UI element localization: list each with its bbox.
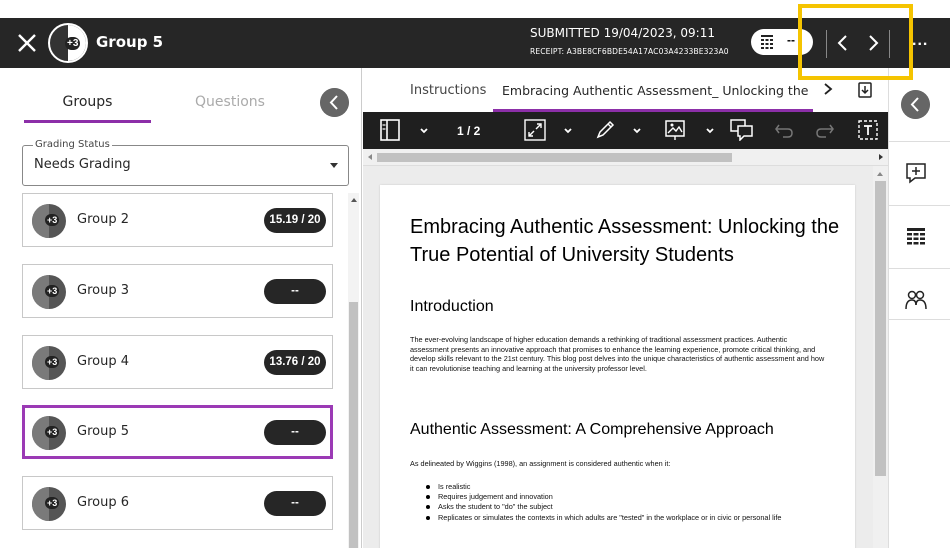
group-grade-badge: 15.19 / 20 bbox=[264, 208, 326, 233]
avatar-badge: +3 bbox=[45, 285, 60, 297]
groups-panel: Groups Questions Grading Status Needs Gr… bbox=[0, 68, 362, 548]
group-members-icon[interactable] bbox=[905, 289, 927, 311]
document-viewer: Embracing Authentic Assessment: Unlockin… bbox=[363, 166, 873, 548]
avatar-badge: +3 bbox=[45, 497, 60, 509]
app-frame: +3 Group 5 SUBMITTED 19/04/2023, 09:11 R… bbox=[0, 0, 950, 548]
grading-status-select[interactable]: Grading Status Needs Grading bbox=[22, 139, 349, 186]
grade-value: -- bbox=[787, 33, 795, 47]
group-avatar: +3 bbox=[48, 23, 88, 63]
group-avatar: +3 bbox=[32, 275, 66, 309]
tab-groups[interactable]: Groups bbox=[24, 94, 151, 110]
list-item: Is realistic bbox=[426, 482, 826, 492]
redo-icon[interactable] bbox=[814, 119, 836, 141]
text-box-icon[interactable] bbox=[857, 119, 879, 141]
active-tab-underline bbox=[24, 120, 151, 123]
group-grade-badge: -- bbox=[264, 279, 326, 304]
avatar-badge: +3 bbox=[45, 356, 60, 368]
criteria-list: Is realistic Requires judgement and inno… bbox=[426, 482, 826, 523]
tab-submission-file[interactable]: Embracing Authentic Assessment_ Unlockin… bbox=[502, 83, 812, 98]
group-grade-badge: 13.76 / 20 bbox=[264, 350, 326, 375]
group-avatar: +3 bbox=[32, 487, 66, 521]
more-options-icon[interactable]: ... bbox=[912, 32, 928, 50]
list-item: Replicates or simulates the contexts in … bbox=[426, 513, 826, 523]
divider bbox=[889, 268, 950, 269]
grading-status-value: Needs Grading bbox=[34, 157, 131, 172]
scrollbar-thumb[interactable] bbox=[349, 302, 358, 548]
sidebar-toggle-icon[interactable] bbox=[380, 119, 400, 141]
vertical-scrollbar[interactable] bbox=[873, 166, 888, 548]
group-title: Group 5 bbox=[96, 33, 164, 51]
grading-status-label: Grading Status bbox=[33, 139, 112, 150]
pen-icon[interactable] bbox=[594, 119, 616, 141]
rubric-icon bbox=[761, 35, 773, 49]
group-name: Group 5 bbox=[77, 424, 129, 439]
group-card-6[interactable]: +3 Group 6 -- bbox=[22, 476, 333, 530]
right-rail bbox=[888, 68, 950, 548]
fit-page-icon[interactable] bbox=[524, 119, 546, 141]
scrollbar-thumb[interactable] bbox=[377, 153, 732, 162]
chevron-down-icon[interactable] bbox=[705, 127, 715, 135]
divider bbox=[889, 205, 950, 206]
group-grade-badge: -- bbox=[264, 420, 326, 445]
horizontal-scrollbar[interactable] bbox=[363, 149, 888, 166]
chevron-down-icon[interactable] bbox=[563, 127, 573, 135]
add-feedback-icon[interactable] bbox=[905, 162, 927, 184]
intro-paragraph: The ever-evolving landscape of higher ed… bbox=[410, 335, 825, 373]
close-icon[interactable] bbox=[14, 30, 40, 56]
group-name: Group 6 bbox=[77, 495, 129, 510]
group-avatar: +3 bbox=[32, 204, 66, 238]
comment-icon[interactable] bbox=[730, 119, 754, 141]
avatar-badge: +3 bbox=[45, 214, 60, 226]
collapse-rail-icon[interactable] bbox=[901, 90, 930, 119]
avatar-badge: +3 bbox=[65, 37, 81, 50]
page-indicator: 1 / 2 bbox=[457, 124, 481, 138]
document-title: Embracing Authentic Assessment: Unlockin… bbox=[410, 216, 840, 266]
group-name: Group 4 bbox=[77, 354, 129, 369]
scroll-right-arrow-icon[interactable] bbox=[879, 154, 883, 160]
image-stamp-icon[interactable] bbox=[664, 119, 686, 141]
group-avatar: +3 bbox=[32, 346, 66, 380]
scroll-up-arrow-icon[interactable] bbox=[877, 172, 883, 176]
scroll-up-arrow-icon[interactable] bbox=[351, 198, 357, 202]
list-item: Asks the student to "do" the subject bbox=[426, 502, 826, 512]
group-name: Group 2 bbox=[77, 212, 129, 227]
tab-questions[interactable]: Questions bbox=[180, 94, 280, 110]
divider bbox=[889, 141, 950, 142]
group-card-4[interactable]: +3 Group 4 13.76 / 20 bbox=[22, 335, 333, 389]
chevron-down-icon[interactable] bbox=[632, 127, 642, 135]
collapse-panel-icon[interactable] bbox=[320, 88, 349, 117]
navigation-highlight bbox=[798, 4, 913, 80]
annotation-toolbar: 1 / 2 bbox=[363, 112, 888, 149]
group-avatar: +3 bbox=[32, 416, 66, 450]
chevron-right-icon[interactable] bbox=[822, 82, 834, 96]
list-item: Requires judgement and innovation bbox=[426, 492, 826, 502]
group-card-3[interactable]: +3 Group 3 -- bbox=[22, 264, 333, 318]
tab-instructions[interactable]: Instructions bbox=[410, 83, 486, 98]
undo-icon[interactable] bbox=[773, 119, 795, 141]
divider bbox=[889, 319, 950, 320]
group-grade-badge: -- bbox=[264, 491, 326, 516]
download-icon[interactable] bbox=[857, 82, 873, 98]
receipt-id: RECEIPT: A3BE8CF6BDE54A17AC03A4233BE323A… bbox=[530, 47, 729, 56]
chevron-down-icon[interactable] bbox=[419, 127, 429, 135]
submitted-timestamp: SUBMITTED 19/04/2023, 09:11 bbox=[530, 26, 715, 40]
document-page: Embracing Authentic Assessment: Unlockin… bbox=[380, 185, 855, 548]
group-name: Group 3 bbox=[77, 283, 129, 298]
group-card-5[interactable]: +3 Group 5 -- bbox=[22, 405, 333, 459]
rubric-icon[interactable] bbox=[905, 226, 927, 248]
avatar-badge: +3 bbox=[45, 426, 60, 438]
group-list: +3 Group 2 15.19 / 20 +3 Group 3 -- +3 G… bbox=[0, 193, 362, 548]
section-heading: Authentic Assessment: A Comprehensive Ap… bbox=[410, 421, 774, 438]
group-card-2[interactable]: +3 Group 2 15.19 / 20 bbox=[22, 193, 333, 247]
caret-down-icon bbox=[330, 163, 338, 168]
scroll-left-arrow-icon[interactable] bbox=[368, 154, 372, 160]
intro-heading: Introduction bbox=[410, 298, 494, 315]
section-paragraph: As delineated by Wiggins (1998), an assi… bbox=[410, 459, 671, 468]
scrollbar-thumb[interactable] bbox=[875, 181, 886, 476]
